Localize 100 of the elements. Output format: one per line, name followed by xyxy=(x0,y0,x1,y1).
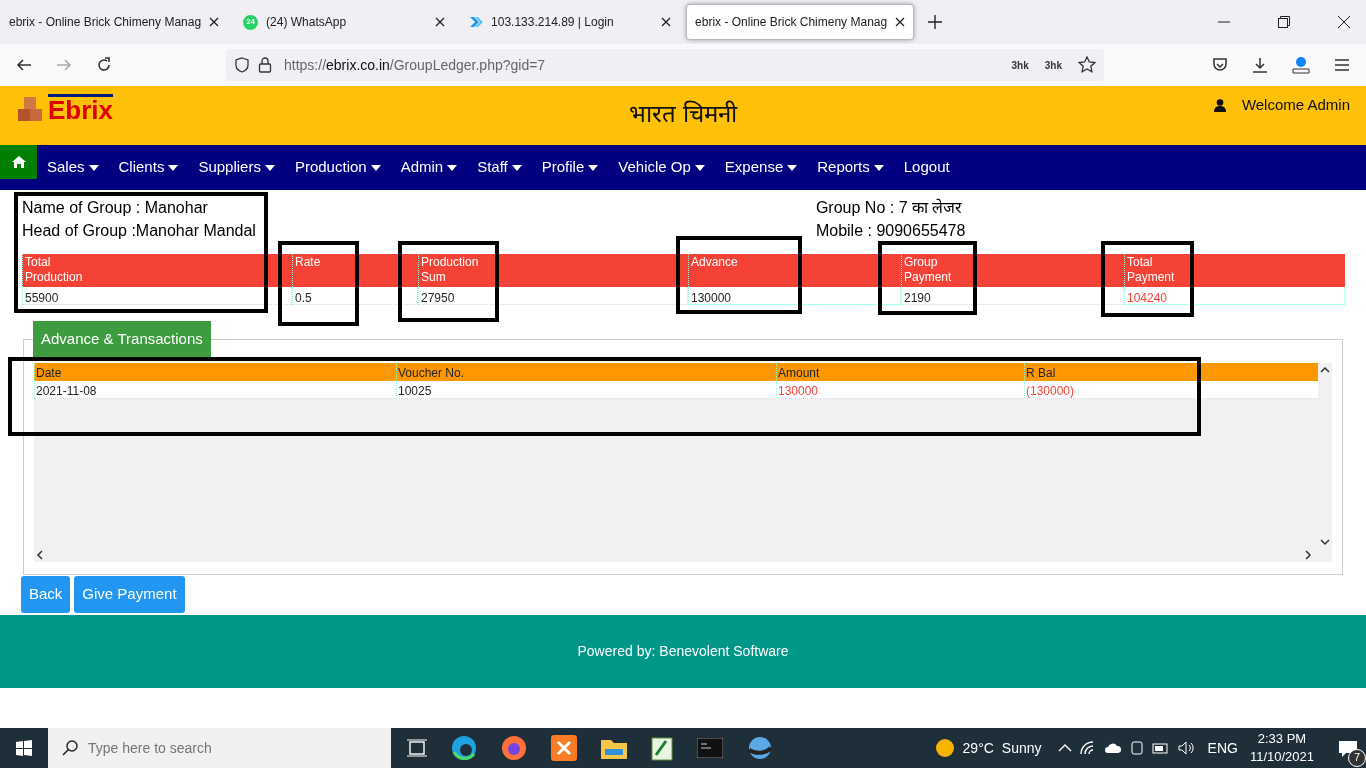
language-text[interactable]: ENG xyxy=(1207,737,1238,759)
caret-icon xyxy=(447,164,458,171)
folder-icon[interactable] xyxy=(601,737,627,759)
notification-count: 7 xyxy=(1348,748,1366,767)
windows-icon[interactable] xyxy=(16,740,32,756)
browser-tab[interactable]: ebrix - Online Brick Chimeny Manag xyxy=(686,4,915,40)
column-header: Production Sum xyxy=(421,255,480,285)
table-cell: 2021-11-08 xyxy=(34,381,396,398)
nav-menu-item[interactable]: Expense xyxy=(714,156,808,179)
logo-text: Ebrix xyxy=(48,94,114,123)
nav-menu-item[interactable]: Profile xyxy=(531,156,609,179)
chevron-up-icon[interactable] xyxy=(1057,744,1072,752)
nav-menu-item[interactable]: Admin xyxy=(390,156,468,179)
panel-tab[interactable]: Advance & Transactions xyxy=(33,321,211,358)
pocket-icon[interactable] xyxy=(1212,57,1228,73)
group-head-text: Head of Group :Manohar Mandal xyxy=(22,221,256,241)
welcome-text: Welcome Admin xyxy=(1241,95,1350,115)
footer-text: Powered by: xyxy=(577,642,656,661)
speaker-icon[interactable] xyxy=(1177,741,1196,755)
reload-icon[interactable] xyxy=(96,57,112,73)
browser-tab[interactable]: 103.133.214.89 | Login xyxy=(460,4,681,40)
close-icon[interactable] xyxy=(661,17,672,27)
wifi-icon[interactable] xyxy=(1079,741,1096,755)
terminal-icon[interactable] xyxy=(697,738,723,758)
table-cell: 10025 xyxy=(396,381,776,398)
browser-tab[interactable]: ebrix - Online Brick Chimeny Manag xyxy=(0,4,229,40)
extension-label[interactable]: 3hk xyxy=(1044,57,1062,73)
download-icon[interactable] xyxy=(1252,57,1268,73)
caret-icon xyxy=(873,164,884,171)
close-icon[interactable] xyxy=(895,17,906,27)
table-cell: 130000 xyxy=(776,381,1024,398)
column-header: Rate xyxy=(295,255,321,270)
bricks-icon xyxy=(16,94,44,123)
browser-icon[interactable] xyxy=(501,735,527,761)
column-header: Total Payment xyxy=(1127,255,1176,285)
lock-icon xyxy=(258,57,272,73)
group-number-text: Group No : 7 का लेजर xyxy=(815,197,964,218)
caret-icon xyxy=(787,164,798,171)
restore-icon[interactable] xyxy=(1278,16,1290,28)
summary-value: 130000 xyxy=(688,287,901,305)
caret-icon xyxy=(694,164,705,171)
footer-link[interactable]: Benevolent Software xyxy=(659,641,789,662)
caret-icon xyxy=(370,164,381,171)
column-header: Total Production xyxy=(25,255,84,285)
column-header: Advance xyxy=(691,255,738,270)
home-button[interactable] xyxy=(0,145,37,179)
horizontal-scrollbar[interactable] xyxy=(34,548,1314,562)
nav-menu-item[interactable]: Logout xyxy=(893,156,960,179)
clock-date[interactable]: 11/10/2021 xyxy=(1249,748,1314,766)
summary-value: 55900 xyxy=(22,287,292,305)
cloud-icon[interactable] xyxy=(1103,742,1122,754)
user-icon xyxy=(1213,98,1226,112)
caret-icon xyxy=(588,164,599,171)
search-icon xyxy=(62,740,78,756)
nav-menu-item[interactable]: Reports xyxy=(807,156,894,179)
close-icon[interactable] xyxy=(209,17,220,27)
camera-icon[interactable] xyxy=(1129,740,1144,756)
taskbar-search-field[interactable]: Type here to search xyxy=(48,728,391,768)
nav-menu-item[interactable]: Production xyxy=(284,156,391,179)
page-title: भारत चिमनी xyxy=(629,99,737,129)
caret-icon xyxy=(168,164,179,171)
column-header: Group Payment xyxy=(904,255,953,285)
summary-value: 27950 xyxy=(418,287,688,305)
account-icon[interactable] xyxy=(1292,56,1310,74)
weather-text: Sunny xyxy=(1001,738,1042,758)
caret-icon xyxy=(88,164,99,171)
caret-icon xyxy=(264,164,275,171)
nav-menu-item[interactable]: Vehicle Op xyxy=(608,156,715,179)
battery-icon[interactable] xyxy=(1151,742,1170,754)
shield-icon xyxy=(234,57,250,73)
close-icon[interactable] xyxy=(1338,16,1350,28)
summary-value: 2190 xyxy=(901,287,1124,305)
home-icon xyxy=(11,156,26,168)
nav-menu-item[interactable]: Clients xyxy=(108,156,189,179)
task-view-icon[interactable] xyxy=(407,739,427,757)
arrow-icon xyxy=(469,15,484,29)
summary-value: 0.5 xyxy=(292,287,418,305)
back-icon[interactable] xyxy=(16,57,32,73)
table-cell: (130000) xyxy=(1024,381,1314,398)
caret-icon xyxy=(511,164,522,171)
globe-icon[interactable] xyxy=(747,735,773,761)
browser-tab[interactable]: 24 (24) WhatsApp xyxy=(234,4,455,40)
url-text[interactable]: https://ebrix.co.in/GroupLedger.php?gid=7 xyxy=(284,54,546,76)
chat-icon: 24 xyxy=(243,14,259,30)
nav-menu-item[interactable]: Staff xyxy=(467,156,532,179)
temperature-text: 29°C xyxy=(962,738,994,758)
nav-menu-item[interactable]: Suppliers xyxy=(188,156,285,179)
nav-menu-item[interactable]: Sales xyxy=(37,156,109,179)
server-app-icon[interactable] xyxy=(551,735,577,761)
close-icon[interactable] xyxy=(435,17,446,27)
new-tab-icon[interactable] xyxy=(928,15,943,29)
summary-value: 104240 xyxy=(1124,287,1345,305)
extension-label[interactable]: 3hk xyxy=(1011,57,1029,73)
star-icon[interactable] xyxy=(1078,56,1096,74)
group-name-text: Name of Group : Manohar xyxy=(22,198,209,218)
clock-time[interactable]: 2:33 PM xyxy=(1249,730,1314,748)
browser-icon[interactable] xyxy=(451,735,477,761)
menu-icon[interactable] xyxy=(1334,58,1350,72)
mobile-text: Mobile : 9090655478 xyxy=(815,221,966,241)
notepad-icon[interactable] xyxy=(651,735,673,761)
